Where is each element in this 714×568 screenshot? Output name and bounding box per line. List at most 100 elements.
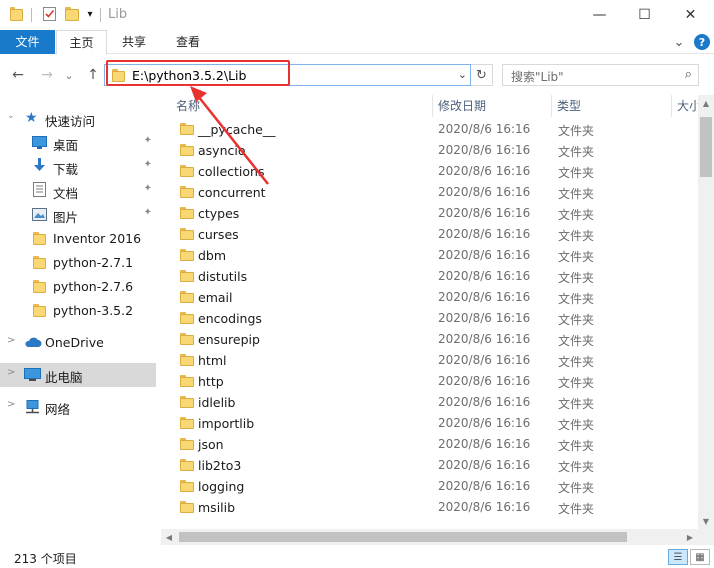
details-view-icon[interactable]: ☰ (668, 549, 688, 565)
sidebar-item-downloads[interactable]: 下载 ✦ (0, 155, 156, 179)
properties-icon[interactable] (40, 5, 58, 23)
file-row[interactable]: html 2020/8/6 16:16 文件夹 (161, 350, 698, 371)
scroll-right-icon[interactable]: ▶ (682, 529, 698, 545)
file-name: importlib (198, 416, 255, 431)
desktop-icon (32, 136, 47, 149)
folder-icon (180, 249, 194, 261)
close-button[interactable]: ✕ (668, 0, 713, 30)
tab-share[interactable]: 共享 (110, 30, 158, 54)
customize-quick-access-icon[interactable]: ▾ (84, 5, 96, 23)
sidebar-item-this-pc[interactable]: > 此电脑 (0, 363, 156, 387)
minimize-button[interactable]: — (577, 0, 622, 30)
document-icon (33, 182, 48, 197)
scroll-thumb[interactable] (179, 532, 627, 542)
column-header-size[interactable]: 大小 (671, 95, 698, 117)
tab-home[interactable]: 主页 (56, 30, 107, 55)
file-row[interactable]: asyncio 2020/8/6 16:16 文件夹 (161, 140, 698, 161)
file-row[interactable]: concurrent 2020/8/6 16:16 文件夹 (161, 182, 698, 203)
file-row[interactable]: http 2020/8/6 16:16 文件夹 (161, 371, 698, 392)
window-title: Lib (108, 7, 128, 22)
sidebar-item-onedrive[interactable]: > OneDrive (0, 331, 156, 355)
file-row[interactable]: encodings 2020/8/6 16:16 文件夹 (161, 308, 698, 329)
expand-chevron-icon[interactable]: > (7, 367, 15, 378)
folder-icon (33, 304, 48, 317)
search-icon[interactable]: ⌕ (685, 67, 692, 82)
file-name: msilib (198, 500, 236, 515)
sidebar-item-python-2-7-6[interactable]: python-2.7.6 (0, 275, 156, 299)
scroll-up-icon[interactable]: ▲ (698, 95, 714, 111)
column-header-type[interactable]: 类型 (551, 95, 671, 117)
maximize-button[interactable]: ☐ (622, 0, 667, 30)
file-type: 文件夹 (558, 124, 595, 138)
tab-view[interactable]: 查看 (163, 30, 213, 54)
file-name: idlelib (198, 395, 236, 410)
file-row[interactable]: ensurepip 2020/8/6 16:16 文件夹 (161, 329, 698, 350)
column-header-name[interactable]: 名称 (170, 95, 432, 117)
file-row[interactable]: collections 2020/8/6 16:16 文件夹 (161, 161, 698, 182)
sidebar-item-inventor-2016[interactable]: Inventor 2016 (0, 227, 156, 251)
file-row[interactable]: dbm 2020/8/6 16:16 文件夹 (161, 245, 698, 266)
file-row[interactable]: importlib 2020/8/6 16:16 文件夹 (161, 413, 698, 434)
file-row[interactable]: idlelib 2020/8/6 16:16 文件夹 (161, 392, 698, 413)
file-modified: 2020/8/6 16:16 (438, 227, 531, 241)
tab-file[interactable]: 文件 (0, 30, 55, 54)
file-modified: 2020/8/6 16:16 (438, 479, 531, 493)
file-row[interactable]: ctypes 2020/8/6 16:16 文件夹 (161, 203, 698, 224)
file-name: http (198, 374, 224, 389)
file-modified: 2020/8/6 16:16 (438, 416, 531, 430)
sidebar-item-pictures[interactable]: 图片 ✦ (0, 203, 156, 227)
file-row[interactable]: json 2020/8/6 16:16 文件夹 (161, 434, 698, 455)
scroll-down-icon[interactable]: ▼ (698, 513, 714, 529)
sidebar-item-desktop[interactable]: 桌面 ✦ (0, 131, 156, 155)
vertical-scrollbar[interactable]: ▲ ▼ (698, 95, 714, 529)
file-type: 文件夹 (558, 229, 595, 243)
address-dropdown-icon[interactable]: ⌄ (458, 68, 467, 81)
pin-icon: ✦ (143, 207, 152, 218)
file-modified: 2020/8/6 16:16 (438, 437, 531, 451)
new-folder-icon[interactable] (63, 5, 81, 23)
file-type: 文件夹 (558, 208, 595, 222)
picture-icon (32, 208, 47, 221)
sidebar-item-quick-access[interactable]: ⌄ ★ 快速访问 (0, 107, 156, 131)
file-name: logging (198, 479, 245, 494)
help-icon[interactable]: ? (694, 34, 710, 50)
sidebar-item-python-3-5-2[interactable]: python-3.5.2 (0, 299, 156, 323)
file-type: 文件夹 (558, 439, 595, 453)
sidebar-item-documents[interactable]: 文档 ✦ (0, 179, 156, 203)
expand-chevron-icon[interactable]: > (7, 335, 15, 346)
refresh-button[interactable]: ↻ (471, 64, 493, 86)
file-row[interactable]: __pycache__ 2020/8/6 16:16 文件夹 (161, 119, 698, 140)
file-row[interactable]: logging 2020/8/6 16:16 文件夹 (161, 476, 698, 497)
back-button[interactable]: ← (9, 66, 27, 84)
file-row[interactable]: lib2to3 2020/8/6 16:16 文件夹 (161, 455, 698, 476)
sidebar-item-network[interactable]: > 网络 (0, 395, 156, 419)
search-box[interactable]: 搜索"Lib" ⌕ (502, 64, 699, 86)
sidebar-item-python-2-7-1[interactable]: python-2.7.1 (0, 251, 156, 275)
expand-chevron-icon[interactable]: > (7, 399, 15, 410)
column-header-modified[interactable]: 修改日期 (432, 95, 552, 117)
file-modified: 2020/8/6 16:16 (438, 458, 531, 472)
scrollbar-corner (698, 529, 714, 545)
scroll-left-icon[interactable]: ◀ (161, 529, 177, 545)
horizontal-scrollbar[interactable]: ◀ ▶ (161, 529, 698, 545)
recent-locations-button[interactable]: ⌄ (63, 66, 75, 84)
expand-ribbon-icon[interactable]: ⌄ (672, 34, 686, 50)
file-type: 文件夹 (558, 397, 595, 411)
pin-icon: ✦ (143, 183, 152, 194)
large-icons-view-icon[interactable]: ▦ (690, 549, 710, 565)
collapse-chevron-icon[interactable]: ⌄ (7, 111, 15, 121)
folder-icon (180, 186, 194, 198)
file-modified: 2020/8/6 16:16 (438, 332, 531, 346)
search-input[interactable]: 搜索"Lib" (511, 68, 564, 85)
file-row[interactable]: email 2020/8/6 16:16 文件夹 (161, 287, 698, 308)
up-button[interactable]: ↑ (84, 66, 102, 84)
file-modified: 2020/8/6 16:16 (438, 122, 531, 136)
file-row[interactable]: msilib 2020/8/6 16:16 文件夹 (161, 497, 698, 518)
file-modified: 2020/8/6 16:16 (438, 395, 531, 409)
file-row[interactable]: curses 2020/8/6 16:16 文件夹 (161, 224, 698, 245)
scroll-thumb[interactable] (700, 117, 712, 177)
file-modified: 2020/8/6 16:16 (438, 500, 531, 514)
file-row[interactable]: distutils 2020/8/6 16:16 文件夹 (161, 266, 698, 287)
forward-button[interactable]: → (38, 66, 56, 84)
pin-icon: ✦ (143, 159, 152, 170)
